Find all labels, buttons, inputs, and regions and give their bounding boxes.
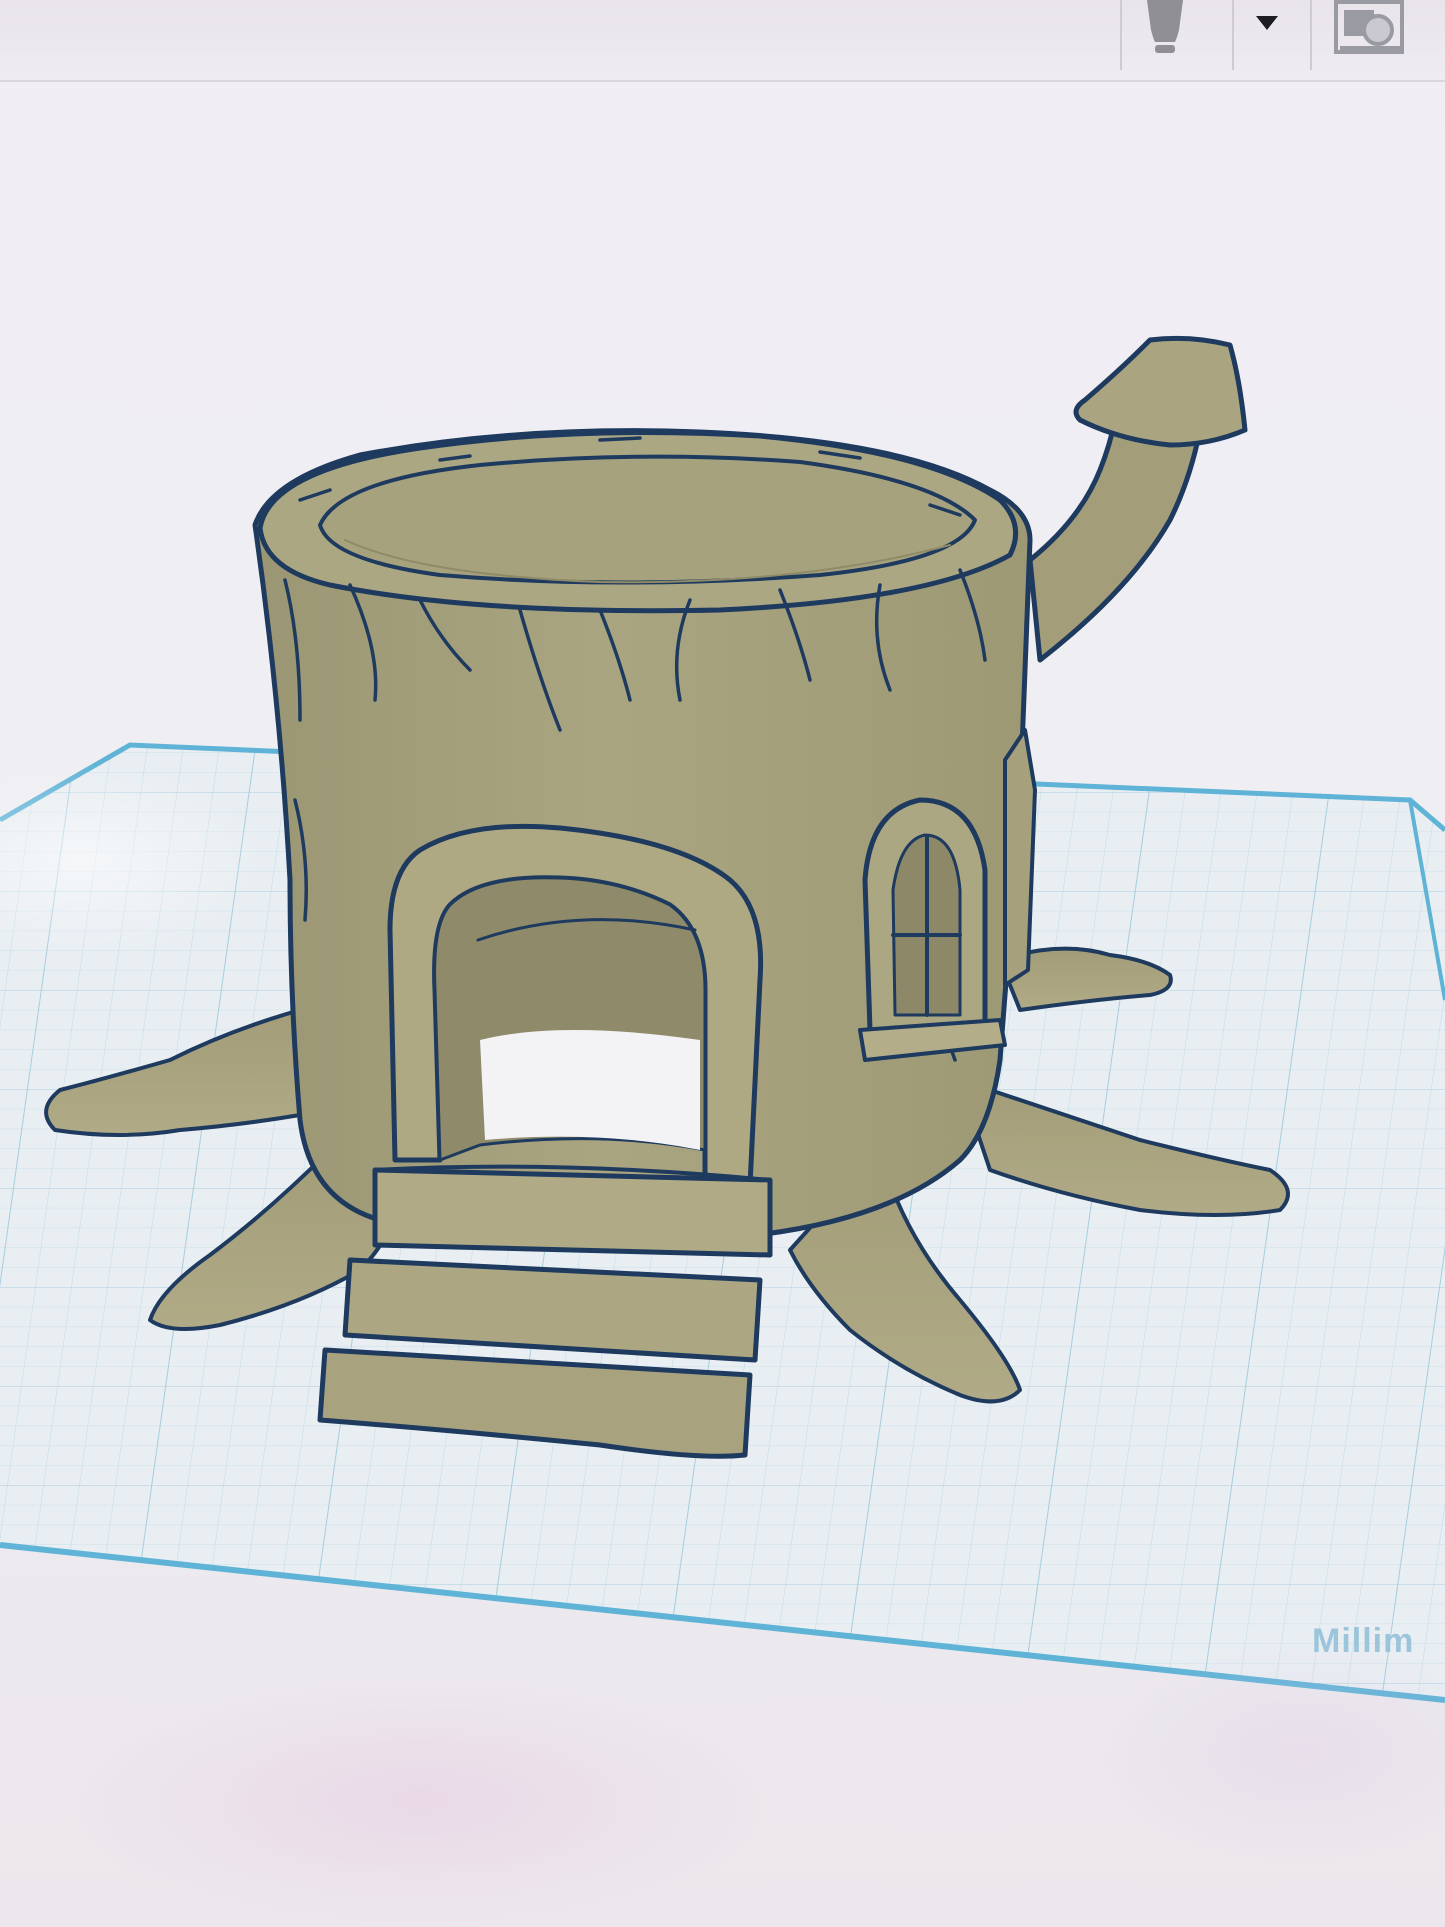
window-shutter [1003, 728, 1037, 987]
chimney-cap [1073, 335, 1248, 448]
units-label: Millim [1312, 1622, 1415, 1660]
chimney-branch [1027, 417, 1203, 663]
step-top [372, 1167, 773, 1258]
tinkercad-editor-screen: Millim [0, 0, 1445, 1927]
workplane-viewport[interactable] [0, 0, 1445, 1927]
